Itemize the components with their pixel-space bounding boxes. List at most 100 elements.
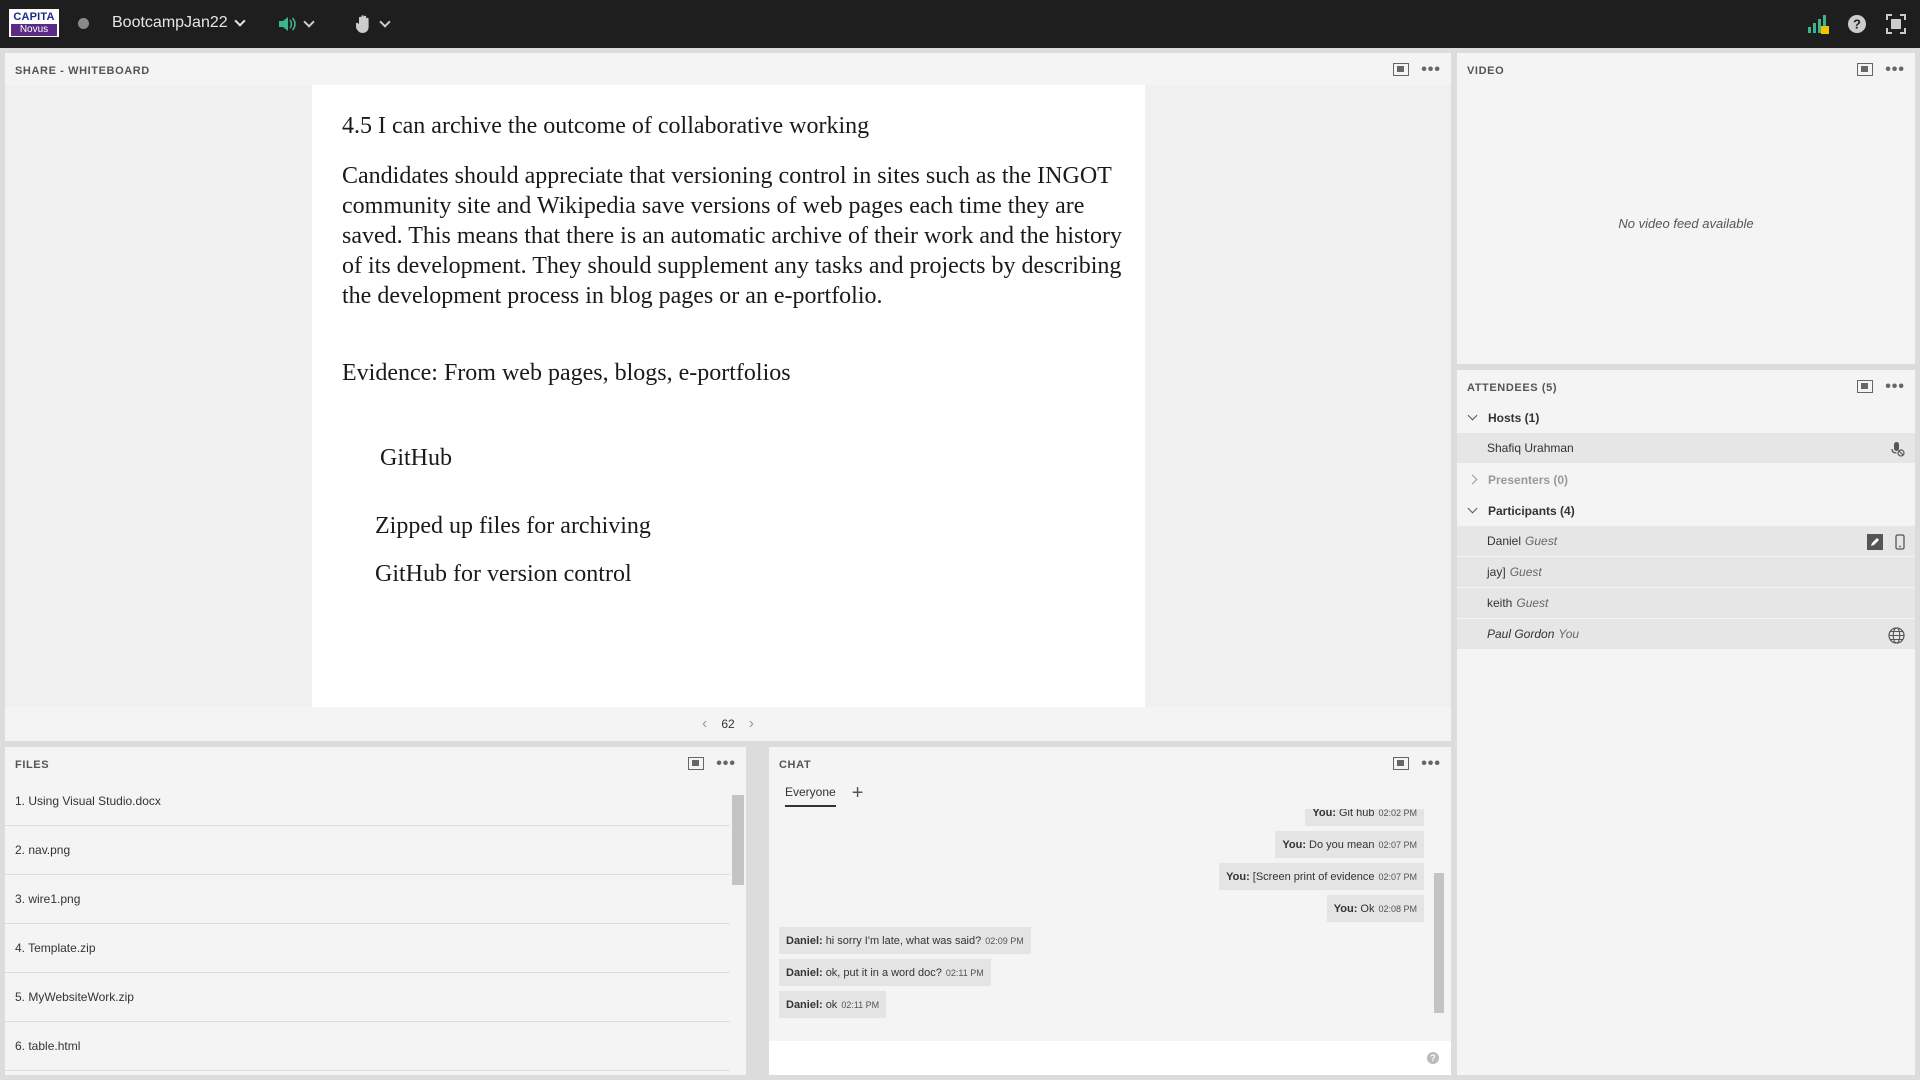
participants-group[interactable]: Participants (4) bbox=[1457, 495, 1915, 526]
chat-message: You: [Screen print of evidence 02:07 PM bbox=[1219, 863, 1424, 890]
speaker-icon bbox=[279, 17, 296, 31]
file-item[interactable]: 2. nav.png bbox=[5, 826, 730, 875]
scrollbar-thumb[interactable] bbox=[732, 795, 744, 885]
message-text: ok, put it in a word doc? bbox=[825, 966, 942, 979]
attendee-name: Daniel bbox=[1487, 534, 1522, 548]
chat-message-list: You: Git hub 02:02 PM You: Do you mean 0… bbox=[779, 809, 1434, 1024]
message-text: [Screen print of evidence bbox=[1252, 870, 1375, 883]
files-pod: FILES ••• 1. Using Visual Studio.docx 2.… bbox=[5, 747, 746, 1075]
logo-line2: Novus bbox=[11, 24, 57, 36]
message-text: ok bbox=[825, 998, 838, 1011]
chat-scrollbar[interactable] bbox=[1433, 817, 1445, 1013]
chevron-down-icon bbox=[1467, 410, 1478, 421]
chat-message: Daniel: hi sorry I'm late, what was said… bbox=[779, 927, 1031, 954]
microphone-icon[interactable] bbox=[1889, 441, 1905, 457]
chat-message: You: Do you mean 02:07 PM bbox=[1275, 831, 1424, 858]
hosts-label: Hosts (1) bbox=[1488, 410, 1540, 425]
message-text: Ok bbox=[1360, 902, 1375, 915]
attendees-pod-title: ATTENDEES (5) bbox=[1467, 382, 1558, 394]
pencil-icon[interactable] bbox=[1867, 534, 1883, 550]
previous-page-icon[interactable]: ‹ bbox=[702, 715, 707, 733]
chat-message: You: Ok 02:08 PM bbox=[1326, 895, 1424, 922]
chat-message: You: Git hub 02:02 PM bbox=[1305, 809, 1424, 826]
more-options-icon[interactable]: ••• bbox=[1885, 61, 1905, 77]
connection-status-icon[interactable] bbox=[1807, 14, 1829, 34]
meeting-menu[interactable]: BootcampJan22 bbox=[112, 14, 246, 32]
chat-tab-everyone[interactable]: Everyone bbox=[785, 785, 836, 807]
slide-github: GitHub bbox=[380, 445, 452, 471]
chevron-right-icon bbox=[1467, 474, 1478, 485]
audio-menu-button[interactable] bbox=[277, 12, 315, 36]
shared-document-page: 4.5 I can archive the outcome of collabo… bbox=[312, 85, 1145, 707]
presenters-group[interactable]: Presenters (0) bbox=[1457, 464, 1915, 495]
slide-zipped: Zipped up files for archiving bbox=[375, 513, 651, 539]
message-sender: You: bbox=[1226, 870, 1250, 883]
globe-icon bbox=[1888, 627, 1905, 644]
more-options-icon[interactable]: ••• bbox=[1421, 61, 1441, 77]
attendees-pod: ATTENDEES (5) ••• Hosts (1) Shafiq Urahm… bbox=[1457, 370, 1915, 1075]
fullscreen-icon[interactable] bbox=[1886, 14, 1906, 34]
maximize-icon[interactable] bbox=[1857, 63, 1874, 76]
recording-indicator-icon[interactable] bbox=[78, 18, 89, 29]
file-item[interactable]: 5. MyWebsiteWork.zip bbox=[5, 973, 730, 1022]
chevron-down-icon bbox=[1467, 503, 1478, 514]
hosts-group[interactable]: Hosts (1) bbox=[1457, 402, 1915, 433]
message-sender: Daniel: bbox=[786, 934, 823, 947]
message-sender: You: bbox=[1282, 838, 1307, 851]
file-item[interactable]: 4. Template.zip bbox=[5, 924, 730, 973]
share-pod: SHARE - WHITEBOARD ••• 4.5 I can archive… bbox=[5, 53, 1451, 741]
file-item[interactable]: 3. wire1.png bbox=[5, 875, 730, 924]
top-bar: CAPITA Novus BootcampJan22 ? bbox=[0, 0, 1920, 48]
message-time: 02:08 PM bbox=[1378, 903, 1417, 914]
raise-hand-menu-button[interactable] bbox=[355, 12, 391, 36]
page-navigator: ‹ 62 › bbox=[5, 707, 1451, 741]
presenters-label: Presenters (0) bbox=[1488, 472, 1569, 487]
scrollbar-thumb[interactable] bbox=[1434, 873, 1444, 1013]
attendee-row[interactable]: jay] Guest bbox=[1457, 557, 1915, 588]
message-text: Do you mean bbox=[1309, 838, 1375, 851]
attendee-role: You bbox=[1558, 627, 1580, 641]
chat-help-icon[interactable]: ? bbox=[1427, 1052, 1439, 1064]
attendee-row[interactable]: Daniel Guest bbox=[1457, 526, 1915, 557]
files-scrollbar[interactable] bbox=[732, 781, 744, 1071]
slide-evidence: Evidence: From web pages, blogs, e-portf… bbox=[342, 360, 791, 386]
more-options-icon[interactable]: ••• bbox=[1885, 378, 1905, 394]
meeting-name: BootcampJan22 bbox=[112, 14, 228, 31]
next-page-icon[interactable]: › bbox=[749, 715, 754, 733]
message-time: 02:11 PM bbox=[945, 967, 984, 978]
mobile-device-icon bbox=[1895, 534, 1905, 550]
maximize-icon[interactable] bbox=[688, 757, 705, 770]
chevron-down-icon bbox=[233, 14, 246, 27]
maximize-icon[interactable] bbox=[1393, 63, 1410, 76]
more-options-icon[interactable]: ••• bbox=[1421, 755, 1441, 771]
attendee-role: Guest bbox=[1509, 565, 1542, 579]
attendee-role: Guest bbox=[1516, 596, 1549, 610]
no-video-message: No video feed available bbox=[1618, 216, 1754, 231]
svg-text:?: ? bbox=[1853, 17, 1861, 32]
logo-line1: CAPITA bbox=[13, 11, 55, 23]
chat-pod: CHAT ••• Everyone + You: Git hub 02:02 P… bbox=[769, 747, 1451, 1075]
chat-message-input[interactable]: ? bbox=[769, 1041, 1451, 1075]
file-item[interactable]: 1. Using Visual Studio.docx bbox=[5, 777, 730, 826]
file-item[interactable]: 6. table.html bbox=[5, 1022, 730, 1071]
slide-version: GitHub for version control bbox=[375, 561, 632, 587]
more-options-icon[interactable]: ••• bbox=[716, 755, 736, 771]
slide-body: Candidates should appreciate that versio… bbox=[342, 163, 1122, 309]
help-icon[interactable]: ? bbox=[1847, 14, 1867, 34]
video-pod-title: VIDEO bbox=[1467, 65, 1505, 77]
whiteboard-area[interactable]: 4.5 I can archive the outcome of collabo… bbox=[5, 85, 1451, 707]
attendee-name: Shafiq Urahman bbox=[1487, 441, 1574, 455]
participants-label: Participants (4) bbox=[1488, 503, 1575, 518]
maximize-icon[interactable] bbox=[1393, 757, 1410, 770]
message-sender: You: bbox=[1312, 809, 1336, 819]
message-sender: You: bbox=[1333, 902, 1358, 915]
maximize-icon[interactable] bbox=[1857, 380, 1874, 393]
attendee-row-self[interactable]: Paul Gordon You bbox=[1457, 619, 1915, 650]
add-chat-tab-icon[interactable]: + bbox=[852, 782, 864, 805]
attendee-row[interactable]: Shafiq Urahman bbox=[1457, 433, 1915, 464]
message-time: 02:02 PM bbox=[1378, 809, 1417, 818]
message-text: Git hub bbox=[1339, 809, 1375, 819]
attendee-name: keith bbox=[1487, 596, 1513, 610]
chevron-down-icon bbox=[303, 15, 315, 28]
attendee-row[interactable]: keith Guest bbox=[1457, 588, 1915, 619]
